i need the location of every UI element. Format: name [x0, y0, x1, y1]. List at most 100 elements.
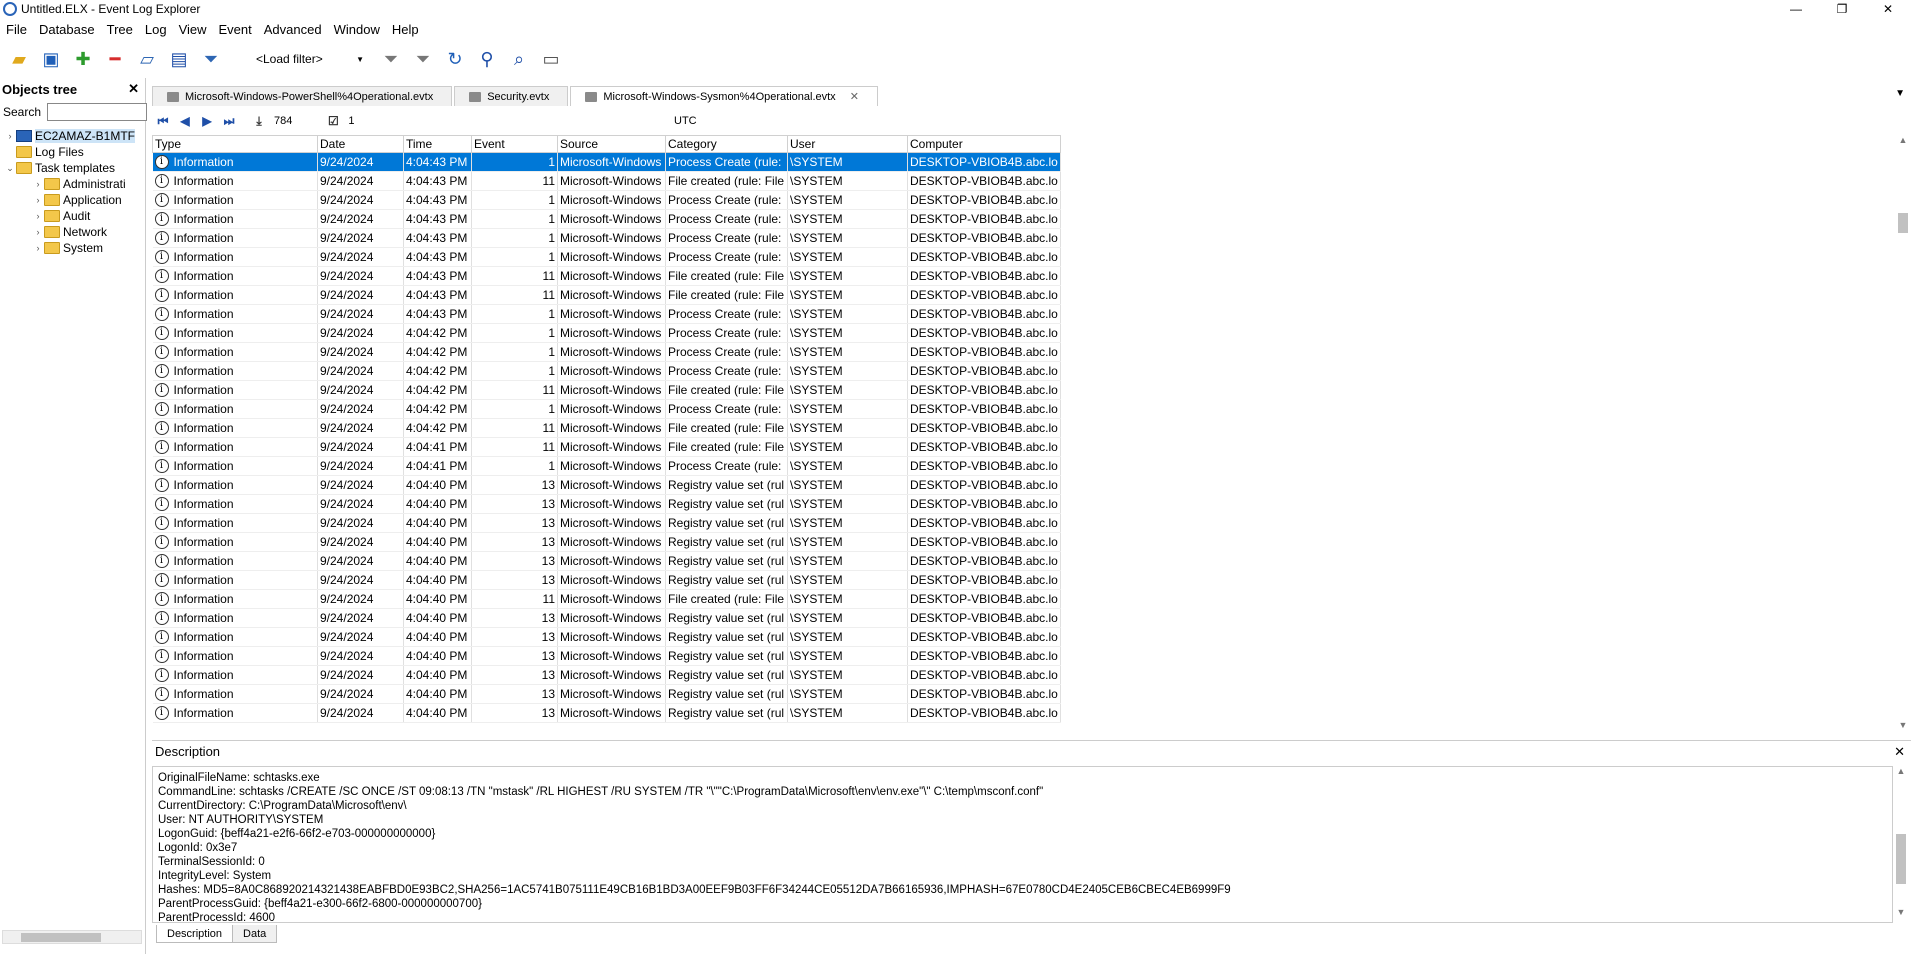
- find-preview-icon[interactable]: ⌕: [506, 46, 532, 72]
- column-header-source[interactable]: Source: [557, 135, 666, 153]
- tree-node-task-templates[interactable]: ⌄ Task templates: [0, 160, 145, 176]
- table-row[interactable]: i Information 9/24/2024 4:04:43 PM 1 Microsof…: [152, 247, 1061, 267]
- find-icon[interactable]: ⚲: [474, 46, 500, 72]
- column-header-computer[interactable]: Computer: [907, 135, 1061, 153]
- expander-icon[interactable]: ›: [4, 131, 16, 141]
- table-row[interactable]: i Information 9/24/2024 4:04:40 PM 13 Microso…: [152, 703, 1061, 723]
- table-row[interactable]: i Information 9/24/2024 4:04:40 PM 13 Microso…: [152, 532, 1061, 552]
- tab-sysmon-log[interactable]: Microsoft-Windows-Sysmon%4Operational.ev…: [570, 86, 878, 106]
- table-row[interactable]: i Information 9/24/2024 4:04:43 PM 1 Microsof…: [152, 228, 1061, 248]
- filter-icon[interactable]: ⏷: [198, 46, 224, 72]
- scroll-up-icon[interactable]: ▲: [1895, 135, 1911, 151]
- new-computer-icon[interactable]: ▰: [6, 46, 32, 72]
- table-row[interactable]: i Information 9/24/2024 4:04:42 PM 1 Microsof…: [152, 323, 1061, 343]
- prev-page-icon[interactable]: ◀: [174, 111, 196, 131]
- menu-advanced[interactable]: Advanced: [258, 22, 328, 37]
- table-row[interactable]: i Information 9/24/2024 4:04:40 PM 11 Microso…: [152, 589, 1061, 609]
- table-row[interactable]: i Information 9/24/2024 4:04:42 PM 11 Microso…: [152, 380, 1061, 400]
- next-page-icon[interactable]: ▶: [196, 111, 218, 131]
- table-row[interactable]: i Information 9/24/2024 4:04:40 PM 13 Microso…: [152, 494, 1061, 514]
- scroll-up-icon[interactable]: ▲: [1893, 766, 1909, 782]
- close-button[interactable]: ✕: [1865, 0, 1911, 18]
- table-row[interactable]: i Information 9/24/2024 4:04:43 PM 1 Microsof…: [152, 152, 1061, 172]
- table-row[interactable]: i Information 9/24/2024 4:04:43 PM 1 Microsof…: [152, 190, 1061, 210]
- table-row[interactable]: i Information 9/24/2024 4:04:43 PM 1 Microsof…: [152, 304, 1061, 324]
- last-page-icon[interactable]: ⏭: [218, 111, 240, 131]
- tree-node-computer[interactable]: › EC2AMAZ-B1MTF: [0, 128, 145, 144]
- table-row[interactable]: i Information 9/24/2024 4:04:40 PM 13 Microso…: [152, 513, 1061, 533]
- table-row[interactable]: i Information 9/24/2024 4:04:40 PM 13 Microso…: [152, 646, 1061, 666]
- search-input[interactable]: [47, 103, 148, 121]
- expander-icon[interactable]: ›: [32, 227, 44, 237]
- filter-remove-icon[interactable]: ⏷: [378, 46, 404, 72]
- expander-icon[interactable]: ›: [32, 179, 44, 189]
- remove-icon[interactable]: ━: [102, 46, 128, 72]
- filter-edit-icon[interactable]: ⏷: [410, 46, 436, 72]
- table-row[interactable]: i Information 9/24/2024 4:04:40 PM 13 Microso…: [152, 551, 1061, 571]
- column-header-time[interactable]: Time: [403, 135, 472, 153]
- tab-security-log[interactable]: Security.evtx: [454, 86, 569, 106]
- scroll-down-icon[interactable]: ▼: [1893, 907, 1909, 923]
- expander-icon[interactable]: ›: [32, 243, 44, 253]
- tree-node-system[interactable]: › System: [0, 240, 145, 256]
- menu-event[interactable]: Event: [213, 22, 258, 37]
- menu-database[interactable]: Database: [33, 22, 101, 37]
- table-row[interactable]: i Information 9/24/2024 4:04:40 PM 13 Microso…: [152, 608, 1061, 628]
- column-header-type[interactable]: Type: [152, 135, 318, 153]
- minimize-button[interactable]: —: [1773, 0, 1819, 18]
- column-header-category[interactable]: Category: [665, 135, 788, 153]
- add-computer-icon[interactable]: ▣: [38, 46, 64, 72]
- menu-window[interactable]: Window: [328, 22, 386, 37]
- first-page-icon[interactable]: ⏮: [152, 111, 174, 131]
- restore-button[interactable]: ❐: [1819, 0, 1865, 18]
- tree-node-network[interactable]: › Network: [0, 224, 145, 240]
- table-row[interactable]: i Information 9/24/2024 4:04:41 PM 1 Microsof…: [152, 456, 1061, 476]
- table-row[interactable]: i Information 9/24/2024 4:04:40 PM 13 Microso…: [152, 627, 1061, 647]
- tree-node-log-files[interactable]: Log Files: [0, 144, 145, 160]
- save-icon[interactable]: ▤: [166, 46, 192, 72]
- description-vertical-scrollbar[interactable]: ▲ ▼: [1893, 766, 1909, 923]
- expander-icon[interactable]: ›: [32, 211, 44, 221]
- description-body[interactable]: OriginalFileName: schtasks.exe CommandLi…: [152, 766, 1893, 923]
- tree-node-administrative[interactable]: › Administrati: [0, 176, 145, 192]
- refresh-icon[interactable]: ↻: [442, 46, 468, 72]
- table-row[interactable]: i Information 9/24/2024 4:04:42 PM 1 Microsof…: [152, 342, 1061, 362]
- close-icon[interactable]: ✕: [128, 81, 139, 97]
- table-row[interactable]: i Information 9/24/2024 4:04:43 PM 11 Microso…: [152, 171, 1061, 191]
- menu-tree[interactable]: Tree: [101, 22, 139, 37]
- tab-list-dropdown-icon[interactable]: ▼: [1895, 88, 1905, 99]
- table-row[interactable]: i Information 9/24/2024 4:04:41 PM 11 Microso…: [152, 437, 1061, 457]
- table-row[interactable]: i Information 9/24/2024 4:04:42 PM 1 Microsof…: [152, 399, 1061, 419]
- expander-icon[interactable]: ⌄: [4, 163, 16, 174]
- table-row[interactable]: i Information 9/24/2024 4:04:40 PM 13 Microso…: [152, 475, 1061, 495]
- new-log-icon[interactable]: ✚: [70, 46, 96, 72]
- scrollbar-thumb[interactable]: [21, 933, 101, 942]
- table-row[interactable]: i Information 9/24/2024 4:04:40 PM 13 Microso…: [152, 665, 1061, 685]
- scroll-down-icon[interactable]: ▼: [1895, 720, 1911, 736]
- close-icon[interactable]: ✕: [1894, 744, 1905, 760]
- table-row[interactable]: i Information 9/24/2024 4:04:40 PM 13 Microso…: [152, 684, 1061, 704]
- close-icon[interactable]: ✕: [850, 90, 859, 103]
- load-filter-select[interactable]: <Load filter> ▼: [248, 48, 368, 70]
- table-row[interactable]: i Information 9/24/2024 4:04:42 PM 11 Microso…: [152, 418, 1061, 438]
- open-icon[interactable]: ▱: [134, 46, 160, 72]
- menu-help[interactable]: Help: [386, 22, 425, 37]
- table-row[interactable]: i Information 9/24/2024 4:04:43 PM 11 Microso…: [152, 266, 1061, 286]
- tree-node-audit[interactable]: › Audit: [0, 208, 145, 224]
- tab-description[interactable]: Description: [156, 925, 234, 943]
- tab-powershell-log[interactable]: Microsoft-Windows-PowerShell%4Operationa…: [152, 86, 453, 106]
- menu-view[interactable]: View: [173, 22, 213, 37]
- menu-file[interactable]: File: [0, 22, 33, 37]
- table-row[interactable]: i Information 9/24/2024 4:04:43 PM 1 Microsof…: [152, 209, 1061, 229]
- table-row[interactable]: i Information 9/24/2024 4:04:42 PM 1 Microsof…: [152, 361, 1061, 381]
- table-row[interactable]: i Information 9/24/2024 4:04:40 PM 13 Microso…: [152, 570, 1061, 590]
- print-icon[interactable]: ▭: [538, 46, 564, 72]
- expander-icon[interactable]: ›: [32, 195, 44, 205]
- table-row[interactable]: i Information 9/24/2024 4:04:43 PM 11 Microso…: [152, 285, 1061, 305]
- tree-node-application[interactable]: › Application: [0, 192, 145, 208]
- menu-log[interactable]: Log: [139, 22, 173, 37]
- column-header-date[interactable]: Date: [317, 135, 404, 153]
- column-header-event[interactable]: Event: [471, 135, 558, 153]
- tab-data[interactable]: Data: [232, 925, 278, 943]
- column-header-user[interactable]: User: [787, 135, 908, 153]
